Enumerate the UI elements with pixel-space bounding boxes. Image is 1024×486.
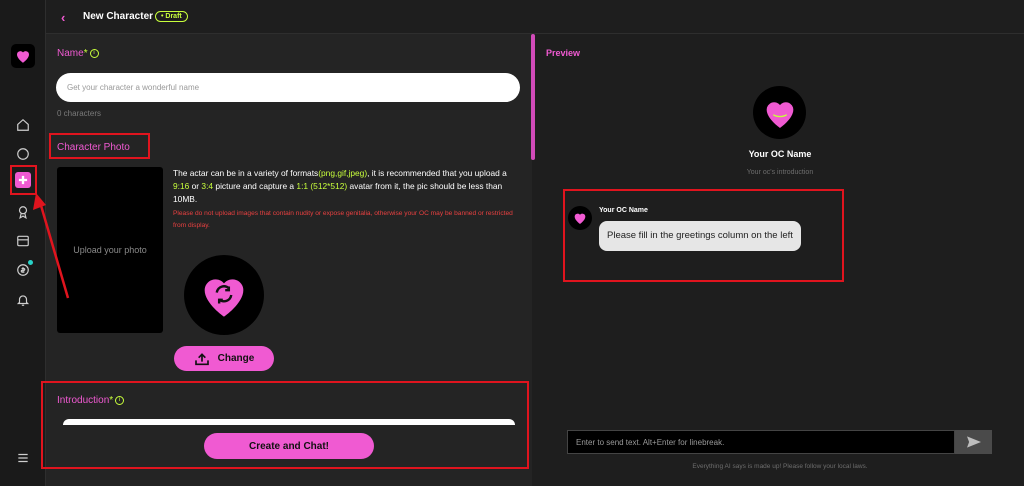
chevron-left-icon[interactable]: ‹ — [61, 10, 65, 25]
bell-icon[interactable] — [13, 290, 33, 310]
preview-avatar — [753, 86, 806, 139]
upload-photo-text: Upload your photo — [73, 245, 147, 255]
home-icon[interactable] — [13, 115, 33, 135]
photo-format-description: The actar can be in a variety of formats… — [173, 167, 518, 206]
desc-text-3: picture and capture a — [213, 181, 297, 191]
message-sender-name: Your OC Name — [599, 207, 648, 214]
content-warning: Please do not upload images that contain… — [173, 210, 513, 229]
card-icon[interactable] — [13, 231, 33, 251]
top-bar: ‹ New Character • Draft — [46, 0, 1024, 34]
name-input[interactable] — [56, 73, 520, 102]
highlight-box-create — [10, 165, 37, 195]
desc-ratio-1-1: 1:1 (512*512) — [296, 181, 348, 191]
heart-icon — [574, 213, 586, 224]
award-icon[interactable] — [13, 202, 33, 222]
chat-input[interactable] — [567, 430, 955, 454]
desc-text-1: The actar can be in a variety of formats — [173, 168, 319, 178]
preview-title: Preview — [546, 48, 581, 58]
name-label: Name* i — [57, 48, 99, 59]
introduction-input[interactable] — [63, 419, 515, 425]
send-button[interactable] — [955, 430, 992, 454]
send-icon — [966, 436, 981, 448]
create-and-chat-button[interactable]: Create and Chat! — [204, 433, 374, 459]
chat-icon[interactable] — [13, 144, 33, 164]
app-logo[interactable] — [11, 44, 35, 68]
disclaimer-text: Everything AI says is made up! Please fo… — [692, 463, 868, 470]
info-icon[interactable]: i — [89, 48, 99, 58]
info-icon[interactable]: i — [115, 395, 125, 405]
app-root: ‹ New Character • Draft Name*i 0 charact… — [0, 0, 1024, 486]
upload-icon — [194, 352, 209, 365]
introduction-label: Introduction* i — [57, 395, 125, 406]
preview-panel: Preview Your OC Name Your oc's introduct… — [536, 34, 1024, 486]
heart-icon — [766, 101, 793, 128]
coin-icon[interactable] — [13, 260, 33, 280]
desc-text-or: or — [189, 181, 202, 191]
preview-oc-intro: Your oc's introduction — [746, 169, 814, 176]
heart-logo-icon — [17, 51, 29, 63]
change-button-label: Change — [217, 353, 255, 364]
greeting-bubble: Please fill in the greetings column on t… — [599, 221, 801, 251]
desc-formats: (png,gif,jpeg) — [318, 168, 368, 178]
desc-ratio-3-4: 3:4 — [201, 181, 214, 191]
character-photo-label: Character Photo — [57, 142, 130, 153]
desc-text-2: , it is recommended that you upload a — [367, 168, 507, 178]
draft-badge: • Draft — [155, 11, 188, 22]
desc-ratio-9-16: 9:16 — [173, 181, 190, 191]
required-mark: * — [109, 395, 114, 406]
notification-dot — [28, 260, 33, 265]
name-label-text: Name — [57, 48, 84, 59]
message-avatar — [568, 206, 592, 230]
form-scrollbar[interactable] — [531, 34, 535, 160]
required-mark: * — [83, 48, 88, 59]
upload-photo-area[interactable]: Upload your photo — [57, 167, 163, 333]
name-char-counter: 0 characters — [57, 109, 102, 118]
preview-oc-name: Your OC Name — [748, 149, 812, 159]
character-form: Name*i 0 characters Character Photo Uplo… — [41, 34, 532, 486]
heart-refresh-icon — [204, 279, 244, 317]
page-title: New Character — [83, 11, 154, 22]
avatar-preview[interactable] — [184, 255, 264, 335]
intro-label-text: Introduction — [57, 395, 110, 406]
sidebar — [0, 0, 46, 486]
change-photo-button[interactable]: Change — [174, 346, 274, 371]
menu-icon[interactable] — [13, 448, 33, 468]
